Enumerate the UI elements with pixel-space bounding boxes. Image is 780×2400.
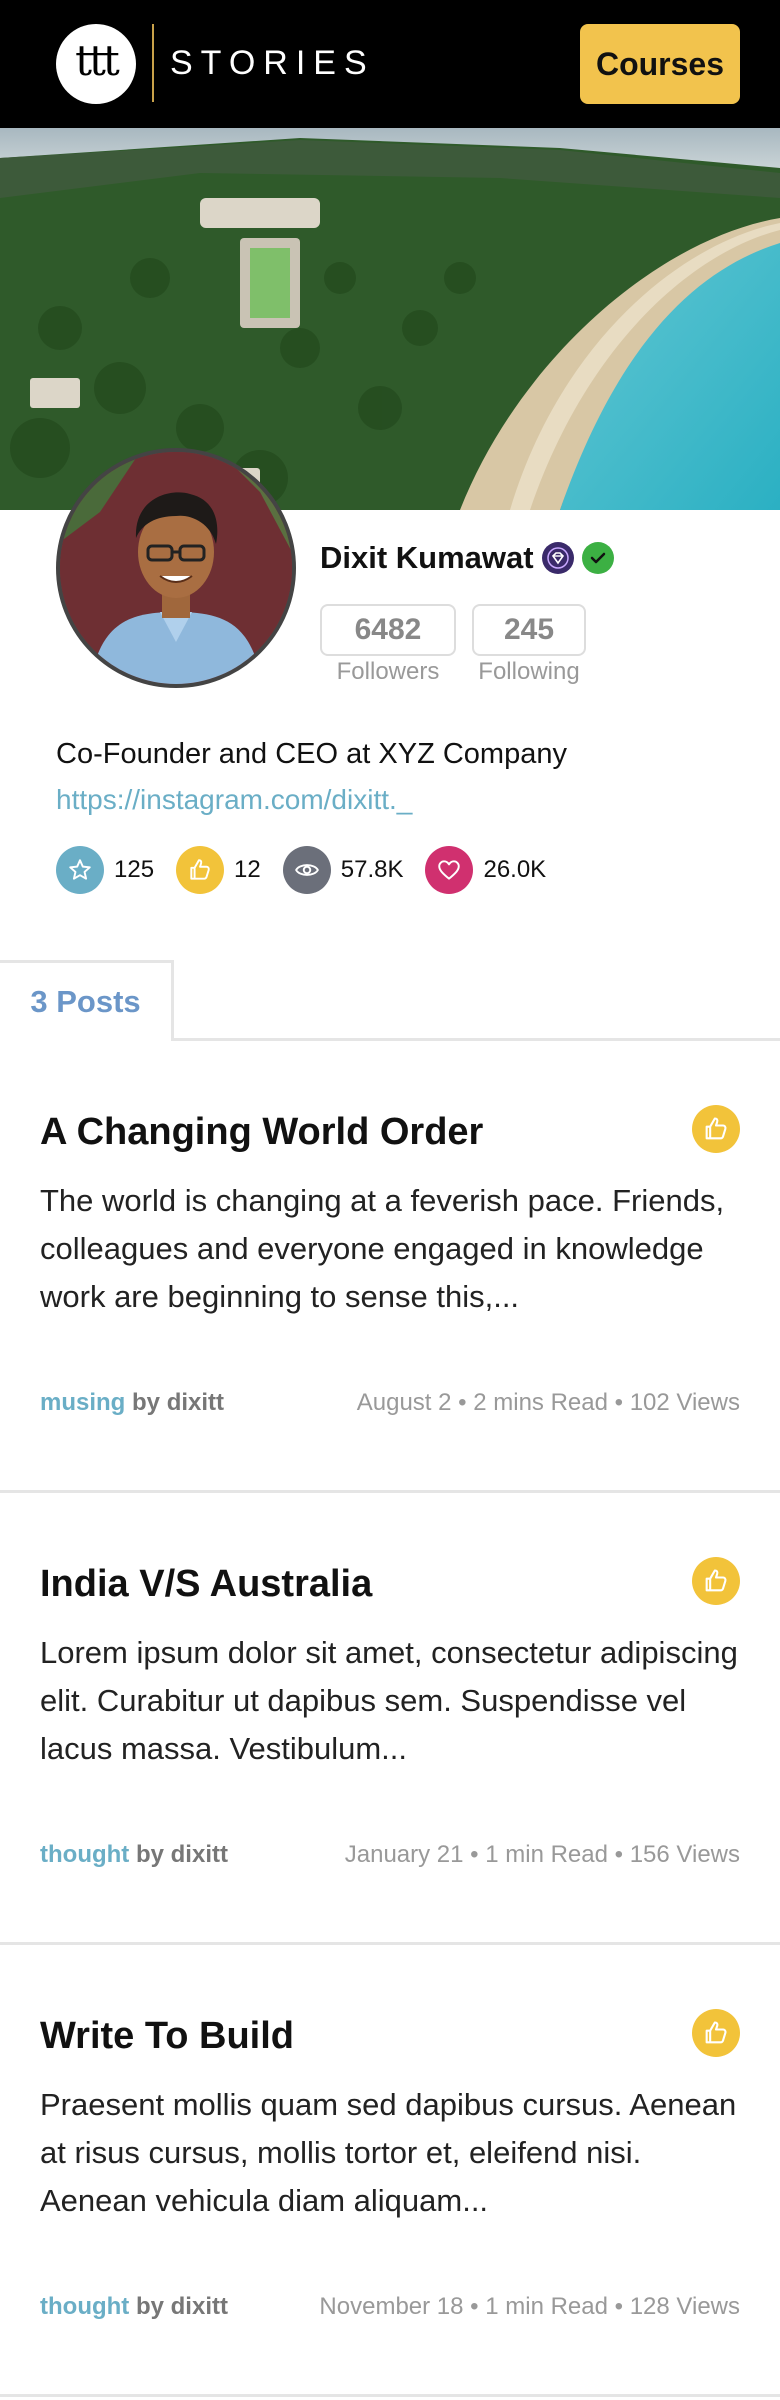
followers-label: Followers (336, 658, 440, 685)
post-meta: November 18 • 1 min Read • 128 Views (319, 2293, 740, 2320)
post-meta: August 2 • 2 mins Read • 102 Views (356, 1389, 740, 1416)
heart-icon (425, 846, 474, 894)
post-tag[interactable]: musing (40, 1389, 125, 1416)
post-excerpt: The world is changing at a feverish pace… (40, 1183, 725, 1314)
post-card[interactable]: India V/S Australia Lorem ipsum dolor si… (0, 1493, 780, 1945)
check-badge-icon (581, 542, 614, 574)
post-card[interactable]: A Changing World Order The world is chan… (0, 1041, 780, 1493)
profile-name-row: Dixit Kumawat (320, 540, 614, 576)
likes-metric[interactable]: 12 (176, 846, 261, 894)
profile-link[interactable]: https://instagram.com/dixitt._ (56, 784, 412, 816)
post-title[interactable]: A Changing World Order (40, 1111, 483, 1154)
brand-name[interactable]: STORIES (170, 44, 375, 83)
logo-text: ttt (75, 36, 120, 85)
profile-name: Dixit Kumawat (320, 540, 534, 575)
following-label: Following (478, 658, 580, 685)
views-metric[interactable]: 57.8K (282, 846, 404, 894)
likes-count: 12 (234, 856, 261, 883)
post-author-line: thought by dixitt (40, 2293, 228, 2321)
post-excerpt: Lorem ipsum dolor sit amet, consectetur … (40, 1635, 738, 1766)
tab-posts[interactable]: 3 Posts (0, 960, 174, 1041)
post-tag[interactable]: thought (40, 1841, 129, 1868)
stars-metric[interactable]: 125 (56, 846, 154, 894)
gem-badge-icon (541, 542, 574, 574)
thumbs-up-icon[interactable] (692, 1557, 740, 1605)
stars-count: 125 (114, 856, 155, 883)
profile-bio: Co-Founder and CEO at XYZ Company (56, 738, 567, 770)
top-navbar: ttt STORIES Courses (0, 0, 780, 128)
following-count[interactable]: 245 (472, 604, 586, 656)
post-meta: January 21 • 1 min Read • 156 Views (344, 1841, 740, 1868)
post-author-line: thought by dixitt (40, 1841, 228, 1869)
logo-divider (152, 24, 154, 102)
post-title[interactable]: Write To Build (40, 2015, 294, 2058)
thumbs-up-icon (176, 846, 225, 894)
thumbs-up-icon[interactable] (692, 2009, 740, 2057)
hearts-metric[interactable]: 26.0K (425, 846, 546, 894)
profile-metrics: 125 12 57.8K 26.0K (56, 846, 568, 894)
post-card[interactable]: Write To Build Praesent mollis quam sed … (0, 1945, 780, 2397)
post-author[interactable]: by dixitt (136, 2293, 228, 2320)
post-author[interactable]: by dixitt (136, 1841, 228, 1868)
cover-image (0, 128, 780, 510)
views-count: 57.8K (340, 856, 404, 883)
hearts-count: 26.0K (483, 856, 547, 883)
star-icon (56, 846, 104, 894)
post-tag[interactable]: thought (40, 2293, 129, 2320)
eye-icon (282, 846, 331, 894)
profile-avatar[interactable] (56, 448, 296, 688)
post-author[interactable]: by dixitt (132, 1389, 224, 1416)
post-author-line: musing by dixitt (40, 1389, 224, 1417)
thumbs-up-icon[interactable] (692, 1105, 740, 1153)
followers-count[interactable]: 6482 (320, 604, 456, 656)
post-title[interactable]: India V/S Australia (40, 1563, 372, 1606)
site-logo[interactable]: ttt (56, 24, 136, 104)
courses-button[interactable]: Courses (580, 24, 740, 104)
post-excerpt: Praesent mollis quam sed dapibus cursus.… (40, 2087, 737, 2218)
